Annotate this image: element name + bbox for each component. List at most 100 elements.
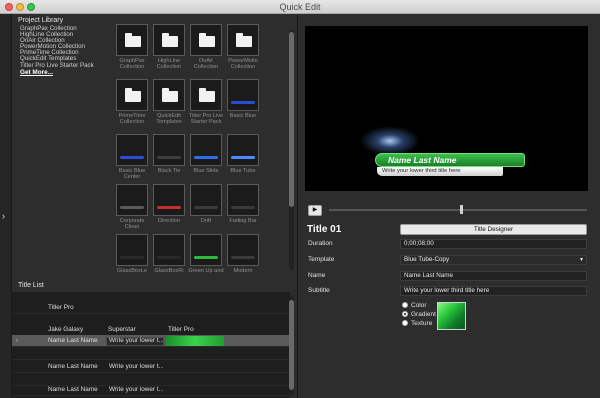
template-preview-bar xyxy=(231,206,255,209)
template-preview-bar xyxy=(157,256,181,259)
gradient-swatch[interactable] xyxy=(437,302,466,330)
template-preview-bar xyxy=(120,256,144,259)
row-subtitle: Write your lower t... xyxy=(109,363,163,370)
folder-icon xyxy=(236,33,252,47)
thumbnail-image xyxy=(227,234,259,266)
thumbnail-image xyxy=(116,134,148,166)
radio-button[interactable] xyxy=(402,302,408,308)
play-button[interactable]: ▶ xyxy=(308,205,322,216)
folder-icon xyxy=(162,33,178,47)
thumbnail-label: Modern xyxy=(233,268,253,274)
thumbnail-label: GlassBoxRi xyxy=(154,268,184,274)
template-thumbnail[interactable]: Green Up and Fade xyxy=(188,234,224,274)
template-thumbnail[interactable]: Blue Tube xyxy=(225,134,261,174)
radio-button[interactable] xyxy=(402,320,408,326)
thumbnail-image xyxy=(153,79,185,111)
thumbnail-image xyxy=(190,134,222,166)
subtitle-label: Subtitle xyxy=(308,287,330,294)
thumbnail-label: Direction xyxy=(157,218,181,224)
title-list-scrollbar[interactable] xyxy=(289,296,294,396)
table-row[interactable]: › Name Last Name Write your lower t... xyxy=(12,335,290,347)
fill-color-option[interactable]: Color xyxy=(402,302,427,309)
thumbnail-label: Drift xyxy=(200,218,212,224)
thumbnail-image xyxy=(190,184,222,216)
template-preview-bar xyxy=(194,256,218,259)
template-preview-cell xyxy=(166,336,224,346)
title-designer-button[interactable]: Title Designer xyxy=(400,224,587,235)
title-list-table: Titler Pro Jake Galaxy Superstar Titler … xyxy=(12,292,290,398)
thumbnail-image xyxy=(190,79,222,111)
template-thumbnail[interactable]: Direction xyxy=(151,184,187,224)
template-preview-bar xyxy=(157,156,181,159)
fill-option-label: Texture xyxy=(411,320,433,327)
fill-gradient-option[interactable]: Gradient xyxy=(402,311,436,318)
radio-button[interactable] xyxy=(402,311,408,317)
thumbnail-image xyxy=(190,234,222,266)
table-row[interactable]: Name Last Name Write your lower t... xyxy=(12,361,290,373)
template-thumbnail[interactable]: PrimeTime Collection xyxy=(114,79,150,125)
template-thumbnail[interactable]: Modern xyxy=(225,234,261,274)
name-field[interactable]: Name Last Name xyxy=(400,271,587,281)
thumbnail-label: GraphPax Collection xyxy=(119,58,145,70)
thumbnail-image xyxy=(116,24,148,56)
table-row[interactable] xyxy=(12,348,290,360)
template-thumbnail[interactable]: Titler Pro Live Starter Pack xyxy=(188,79,224,125)
properties-scrollbar[interactable] xyxy=(590,26,595,336)
timeline-scrubber[interactable] xyxy=(329,205,587,214)
folder-icon xyxy=(199,33,215,47)
thumbnail-image xyxy=(116,184,148,216)
library-scrollbar-thumb[interactable] xyxy=(289,32,294,207)
thumbnail-label: Basic Blue Center xyxy=(118,168,146,180)
thumbnail-image xyxy=(116,79,148,111)
template-thumbnail[interactable]: Corporate Clean xyxy=(114,184,150,230)
template-thumbnail[interactable]: HighLine Collection xyxy=(151,24,187,70)
lens-flare xyxy=(360,126,420,156)
thumbnail-image xyxy=(227,79,259,111)
template-thumbnail[interactable]: Black Tie xyxy=(151,134,187,174)
template-thumbnail[interactable]: PowerMotio Collection xyxy=(225,24,261,70)
duration-label: Duration xyxy=(308,240,333,247)
thumbnail-label: HighLine Collection xyxy=(156,58,182,70)
duration-field[interactable]: 0;00;08;00 xyxy=(400,239,587,249)
template-thumbnail[interactable]: QuickEdit Templates xyxy=(151,79,187,125)
thumbnail-label: QuickEdit Templates xyxy=(156,113,182,125)
template-preview-bar xyxy=(231,156,255,159)
lower-third-name-bar: Name Last Name xyxy=(375,153,525,167)
preview-subtitle-text: Write your lower third title here xyxy=(382,168,461,174)
folder-icon xyxy=(199,88,215,102)
folder-icon xyxy=(125,33,141,47)
subtitle-field[interactable]: Write your lower third title here xyxy=(400,286,587,296)
thumbnail-image xyxy=(153,134,185,166)
template-thumbnail[interactable]: Blue Slide xyxy=(188,134,224,174)
template-dropdown-value: Blue Tube-Copy xyxy=(404,256,450,263)
thumbnail-image xyxy=(153,24,185,56)
template-thumbnail[interactable]: Drift xyxy=(188,184,224,224)
template-thumbnail[interactable]: GlassBoxRi xyxy=(151,234,187,274)
folder-icon xyxy=(162,88,178,102)
expand-sidebar-icon[interactable]: › xyxy=(2,211,5,221)
playhead-handle[interactable] xyxy=(460,205,463,214)
template-thumbnail[interactable]: Basic Blue Center xyxy=(114,134,150,180)
fill-texture-option[interactable]: Texture xyxy=(402,320,432,327)
template-thumbnail[interactable]: Fading Bar xyxy=(225,184,261,224)
thumbnail-label: GlassBoxLe xyxy=(116,268,148,274)
title-group-row[interactable]: Titler Pro xyxy=(12,302,290,314)
thumbnail-label: Titler Pro Live Starter Pack xyxy=(188,113,224,125)
library-scrollbar[interactable] xyxy=(289,30,294,270)
get-more-link[interactable]: Get More... xyxy=(20,69,110,76)
thumbnail-label: Corporate Clean xyxy=(119,218,145,230)
template-thumbnail[interactable]: OnAir Collection xyxy=(188,24,224,70)
template-thumbnail[interactable]: GlassBoxLe xyxy=(114,234,150,274)
thumbnail-label: OnAir Collection xyxy=(193,58,219,70)
table-row[interactable]: Name Last Name Write your lower t... xyxy=(12,384,290,396)
title-list-scrollbar-thumb[interactable] xyxy=(289,300,294,390)
thumbnail-label: Green Up and Fade xyxy=(188,268,224,274)
template-dropdown[interactable]: Blue Tube-Copy ▾ xyxy=(400,255,587,265)
template-preview-bar xyxy=(157,206,181,209)
project-library-label: Project Library xyxy=(18,17,64,24)
thumbnail-image xyxy=(227,184,259,216)
template-preview-bar xyxy=(194,156,218,159)
template-thumbnail[interactable]: GraphPax Collection xyxy=(114,24,150,70)
template-thumbnail[interactable]: Basic Blue xyxy=(225,79,261,119)
panel-divider[interactable] xyxy=(297,14,298,398)
